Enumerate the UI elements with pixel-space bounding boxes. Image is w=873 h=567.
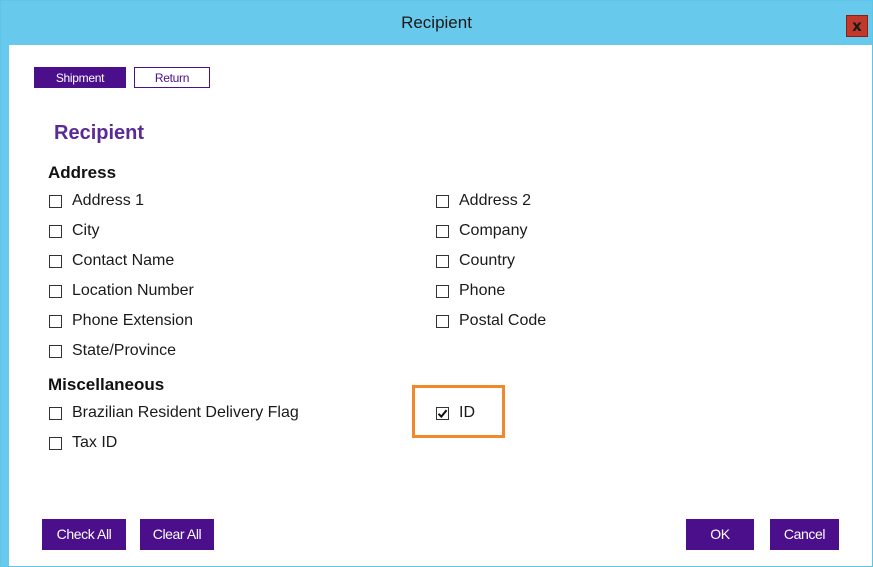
checkbox-contact-name[interactable]: Contact Name (49, 251, 174, 271)
checkbox[interactable] (436, 284, 449, 298)
checkbox-address-1[interactable]: Address 1 (49, 191, 144, 211)
checkbox-company[interactable]: Company (436, 221, 527, 241)
checkbox-city[interactable]: City (49, 221, 100, 241)
checkbox-label: Tax ID (72, 434, 118, 451)
checkbox-tax-id[interactable]: Tax ID (49, 433, 117, 453)
checkbox[interactable] (436, 224, 449, 238)
checkbox[interactable] (49, 314, 62, 328)
checkbox-label: Phone Extension (72, 312, 193, 329)
clear-all-button[interactable]: Clear All (140, 519, 214, 550)
cancel-button[interactable]: Cancel (770, 519, 839, 550)
checkbox[interactable] (49, 224, 62, 238)
checkbox-address-2[interactable]: Address 2 (436, 191, 531, 211)
recipient-dialog: Recipient x Shipment Return Recipient Ad… (0, 0, 873, 567)
checkbox-country[interactable]: Country (436, 251, 515, 271)
checkbox[interactable] (49, 284, 62, 298)
checkbox[interactable] (436, 314, 449, 328)
checkbox[interactable] (436, 194, 449, 208)
checkbox-checked[interactable] (436, 406, 449, 420)
checkbox-label: City (72, 222, 100, 239)
ok-button[interactable]: OK (686, 519, 754, 550)
checkbox-label: Address 1 (72, 192, 145, 209)
checkbox-label: ID (459, 404, 475, 421)
check-all-button[interactable]: Check All (42, 519, 126, 550)
checkbox[interactable] (49, 344, 62, 358)
dialog-title: Recipient (401, 13, 472, 32)
checkbox-id[interactable]: ID (436, 403, 475, 423)
checkmark-icon (437, 409, 448, 418)
checkbox-state-province[interactable]: State/Province (49, 341, 176, 361)
checkbox-label: Brazilian Resident Delivery Flag (72, 404, 299, 421)
tab-shipment[interactable]: Shipment (34, 67, 126, 88)
close-button[interactable]: x (846, 15, 868, 37)
checkbox-label: Contact Name (72, 252, 175, 269)
checkbox-label: Country (459, 252, 516, 269)
checkbox-label: State/Province (72, 342, 177, 359)
checkbox-phone-extension[interactable]: Phone Extension (49, 311, 193, 331)
checkbox-location-number[interactable]: Location Number (49, 281, 194, 301)
checkbox[interactable] (49, 194, 62, 208)
checkbox-postal-code[interactable]: Postal Code (436, 311, 546, 331)
address-heading: Address (48, 163, 117, 182)
window-left-border (1, 45, 9, 566)
close-icon: x (852, 16, 862, 35)
checkbox-label: Company (459, 222, 528, 239)
title-bar[interactable]: Recipient x (1, 1, 872, 45)
miscellaneous-heading: Miscellaneous (48, 375, 165, 394)
checkbox-phone[interactable]: Phone (436, 281, 505, 301)
checkbox[interactable] (49, 406, 62, 420)
section-title: Recipient (54, 122, 145, 144)
checkbox-label: Location Number (72, 282, 194, 299)
checkbox-label: Phone (459, 282, 506, 299)
checkbox-brazilian-resident-delivery-flag[interactable]: Brazilian Resident Delivery Flag (49, 403, 299, 423)
checkbox[interactable] (49, 436, 62, 450)
checkbox-label: Postal Code (459, 312, 547, 329)
checkbox-label: Address 2 (459, 192, 532, 209)
checkbox[interactable] (49, 254, 62, 268)
checkbox[interactable] (436, 254, 449, 268)
tab-return[interactable]: Return (134, 67, 210, 88)
